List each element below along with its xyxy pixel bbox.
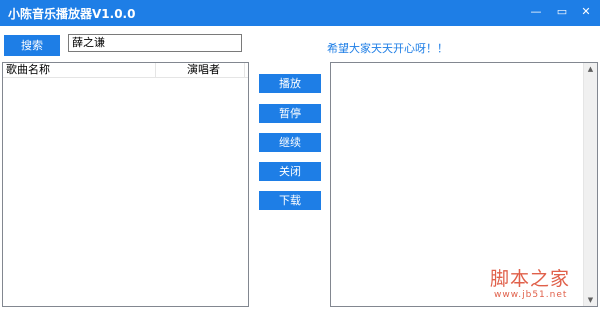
column-divider[interactable] [155, 63, 156, 77]
column-divider[interactable] [244, 63, 245, 77]
play-button[interactable]: 播放 [259, 74, 321, 93]
hint-label: 希望大家天天开心呀！！ [327, 42, 448, 55]
title-bar: 小陈音乐播放器V1.0.0 — ▭ ✕ [0, 0, 600, 26]
download-button[interactable]: 下载 [259, 191, 321, 210]
close-button[interactable]: 关闭 [259, 162, 321, 181]
column-header-song-name[interactable]: 歌曲名称 [6, 63, 50, 77]
search-button[interactable]: 搜索 [4, 35, 60, 56]
column-header-singer[interactable]: 演唱者 [187, 63, 220, 77]
pause-button[interactable]: 暂停 [259, 104, 321, 123]
watermark-logo: 脚本之家 www.jb51.net [490, 264, 590, 304]
minimize-button[interactable]: — [525, 2, 547, 22]
song-list[interactable]: 歌曲名称 演唱者 [2, 62, 249, 307]
close-window-button[interactable]: ✕ [575, 2, 597, 22]
window-title: 小陈音乐播放器V1.0.0 [8, 7, 136, 21]
song-list-header: 歌曲名称 演唱者 [3, 63, 248, 78]
resume-button[interactable]: 继续 [259, 133, 321, 152]
watermark-text: 脚本之家 [490, 268, 571, 290]
watermark-url: www.jb51.net [494, 290, 568, 300]
scroll-up-arrow-icon[interactable]: ▲ [584, 63, 597, 75]
maximize-button[interactable]: ▭ [551, 2, 573, 22]
search-input[interactable]: 薛之谦 [68, 34, 242, 52]
